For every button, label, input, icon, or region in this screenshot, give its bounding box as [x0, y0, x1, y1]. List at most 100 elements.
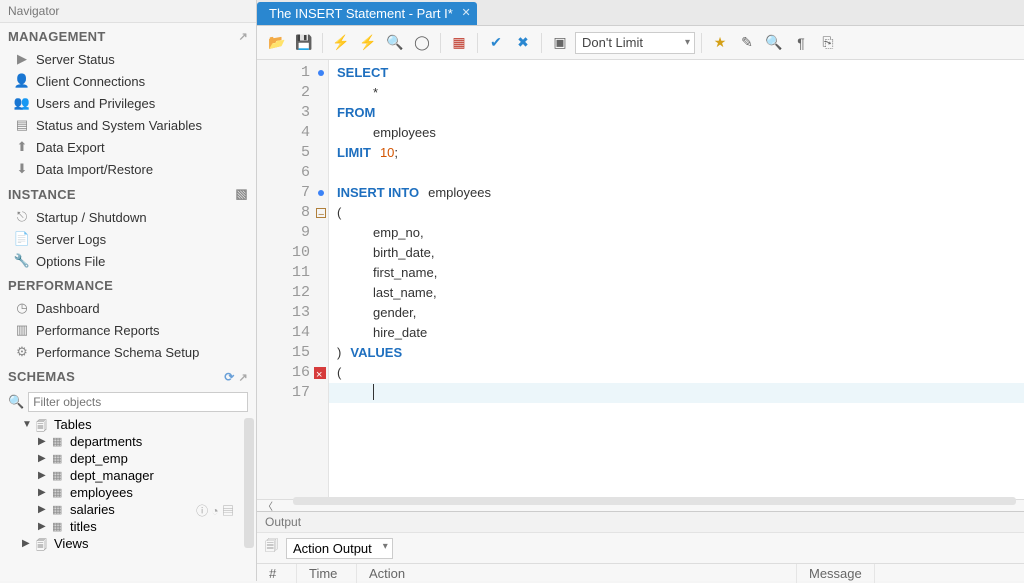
code-line[interactable]: emp_no,	[329, 223, 1024, 243]
snippets-icon[interactable]: ⎘	[816, 31, 840, 55]
output-col-time[interactable]: Time	[297, 564, 357, 583]
autocommit-icon[interactable]: ▣	[548, 31, 572, 55]
sidebar-item-users-and-privileges[interactable]: 👥Users and Privileges	[0, 92, 256, 114]
code-line[interactable]	[329, 163, 1024, 183]
beautify-icon[interactable]: ★	[708, 31, 732, 55]
sidebar-item-data-import-restore[interactable]: ⬇Data Import/Restore	[0, 158, 256, 180]
execute-current-icon[interactable]: ⚡	[356, 31, 380, 55]
navigator-sidebar: Navigator MANAGEMENT ↗ ▶Server Status👤Cl…	[0, 0, 257, 581]
sidebar-item-label: Client Connections	[36, 74, 145, 89]
code-line[interactable]: LIMIT 10;	[329, 143, 1024, 163]
code-line[interactable]: hire_date	[329, 323, 1024, 343]
line-number: 14	[257, 323, 328, 343]
limit-select[interactable]: Don't Limit	[575, 32, 695, 54]
output-col-message[interactable]: Message	[797, 564, 875, 583]
code-line[interactable]: FROM	[329, 103, 1024, 123]
code-line[interactable]: gender,	[329, 303, 1024, 323]
toggle-icon[interactable]: ▦	[447, 31, 471, 55]
table-tools-icons[interactable]: ⓘ ◔ ▤	[196, 502, 234, 519]
code-line[interactable]: (	[329, 203, 1024, 223]
sidebar-item-label: Status and System Variables	[36, 118, 202, 133]
output-col-#[interactable]: #	[257, 564, 297, 583]
sidebar-item-performance-schema-setup[interactable]: ⚙Performance Schema Setup	[0, 341, 256, 363]
expand-icon[interactable]: ↗	[238, 372, 248, 384]
sidebar-item-label: Options File	[36, 254, 105, 269]
commit-icon[interactable]: ✔	[484, 31, 508, 55]
tables-node[interactable]: ▼ 🗐 Tables	[18, 416, 256, 433]
sidebar-item-startup-shutdown[interactable]: ⎋Startup / Shutdown	[0, 206, 256, 228]
sidebar-item-label: Performance Reports	[36, 323, 160, 338]
code-line[interactable]: first_name,	[329, 263, 1024, 283]
code-line[interactable]: INSERT INTO employees	[329, 183, 1024, 203]
wrench-icon: 🔧	[14, 253, 30, 269]
table-employees[interactable]: ▶▦employees	[34, 484, 256, 501]
execute-icon[interactable]: ⚡	[329, 31, 353, 55]
gauge-icon: ◷	[14, 300, 30, 316]
code-line[interactable]	[329, 383, 1024, 403]
horizontal-scrollbar[interactable]	[293, 497, 1016, 505]
query-tab-bar: The INSERT Statement - Part I* ✕	[257, 0, 1024, 26]
sidebar-item-label: Server Status	[36, 52, 115, 67]
expand-icon[interactable]: ↗	[238, 30, 248, 43]
views-node[interactable]: ▶ 🗐 Views	[18, 535, 256, 552]
explain-icon[interactable]: 🔍	[383, 31, 407, 55]
close-icon[interactable]: ✕	[462, 6, 471, 19]
table-departments[interactable]: ▶▦departments	[34, 433, 256, 450]
stop-icon[interactable]: ◯	[410, 31, 434, 55]
navigator-title: Navigator	[0, 0, 256, 23]
line-number: 15	[257, 343, 328, 363]
code-area[interactable]: SELECT *FROM employeesLIMIT 10; INSERT IN…	[329, 60, 1024, 499]
splitter[interactable]: 〈	[257, 499, 1024, 511]
open-file-button[interactable]: 📂	[265, 31, 289, 55]
schema-icon: ⚙	[14, 344, 30, 360]
management-header: MANAGEMENT ↗	[0, 23, 256, 48]
line-number: 4	[257, 123, 328, 143]
code-line[interactable]: birth_date,	[329, 243, 1024, 263]
search-icon: 🔍	[8, 394, 24, 410]
table-titles[interactable]: ▶▦titles	[34, 518, 256, 535]
line-number: 1	[257, 63, 328, 83]
sql-editor[interactable]: 1234567891011121314151617 SELECT *FROM e…	[257, 60, 1024, 499]
filter-objects-input[interactable]	[28, 392, 248, 412]
sidebar-item-server-logs[interactable]: 📄Server Logs	[0, 228, 256, 250]
code-line[interactable]: SELECT	[329, 63, 1024, 83]
refresh-icon[interactable]: ⟳	[224, 370, 234, 384]
find-icon[interactable]: 🔍	[762, 31, 786, 55]
table-icon: ▦	[52, 520, 66, 534]
table-dept_manager[interactable]: ▶▦dept_manager	[34, 467, 256, 484]
chevron-down-icon: ▼	[22, 419, 32, 430]
schema-tree[interactable]: ▼ 🗐 Tables ▶▦departments▶▦dept_emp▶▦dept…	[0, 416, 256, 581]
table-dept_emp[interactable]: ▶▦dept_emp	[34, 450, 256, 467]
line-gutter: 1234567891011121314151617	[257, 60, 329, 499]
code-line[interactable]: ) VALUES	[329, 343, 1024, 363]
chevron-right-icon: ▶	[38, 504, 48, 515]
query-tab[interactable]: The INSERT Statement - Part I* ✕	[257, 2, 477, 25]
scrollbar-thumb[interactable]	[244, 418, 254, 548]
save-button[interactable]: 💾	[292, 31, 316, 55]
reports-icon: ▥	[14, 322, 30, 338]
wrap-icon[interactable]: ¶	[789, 31, 813, 55]
table-icon: ▦	[52, 486, 66, 500]
sidebar-item-server-status[interactable]: ▶Server Status	[0, 48, 256, 70]
output-select[interactable]: Action Output	[286, 538, 393, 559]
sidebar-item-client-connections[interactable]: 👤Client Connections	[0, 70, 256, 92]
gear-icon[interactable]: ▧	[235, 186, 248, 202]
sidebar-item-data-export[interactable]: ⬆Data Export	[0, 136, 256, 158]
export-icon: ⬆	[14, 139, 30, 155]
sidebar-item-status-and-system-variables[interactable]: ▤Status and System Variables	[0, 114, 256, 136]
chevron-right-icon: ▶	[22, 538, 32, 549]
sidebar-item-dashboard[interactable]: ◷Dashboard	[0, 297, 256, 319]
sidebar-item-options-file[interactable]: 🔧 Options File	[0, 250, 256, 272]
code-line[interactable]: (	[329, 363, 1024, 383]
code-line[interactable]: *	[329, 83, 1024, 103]
output-icon: 🗐	[265, 537, 278, 559]
sidebar-item-performance-reports[interactable]: ▥ Performance Reports	[0, 319, 256, 341]
code-line[interactable]: employees	[329, 123, 1024, 143]
line-number: 12	[257, 283, 328, 303]
users-icon: 👥	[14, 95, 30, 111]
code-line[interactable]: last_name,	[329, 283, 1024, 303]
brush-icon[interactable]: ✎	[735, 31, 759, 55]
rollback-icon[interactable]: ✖	[511, 31, 535, 55]
output-col-action[interactable]: Action	[357, 564, 797, 583]
chevron-right-icon: ▶	[38, 521, 48, 532]
